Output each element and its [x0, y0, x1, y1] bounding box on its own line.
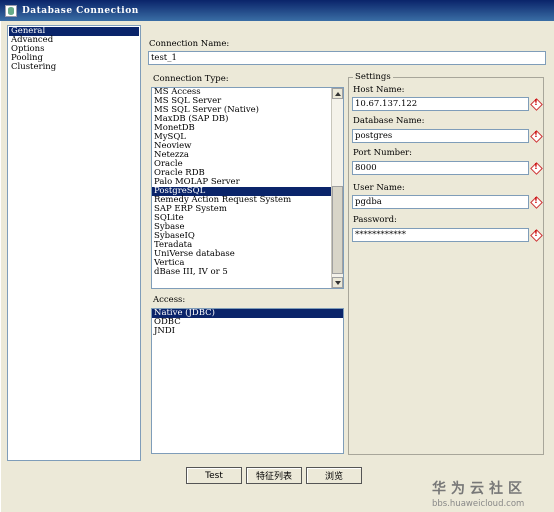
access-list[interactable]: Native (JDBC) ODBC JNDI — [151, 308, 344, 454]
required-icon — [531, 130, 541, 141]
watermark-title: 华为云社区 — [432, 481, 527, 497]
arrow-down-icon — [334, 280, 341, 285]
explore-button[interactable]: 浏览 — [306, 467, 362, 484]
list-item[interactable]: dBase III, IV or 5 — [152, 268, 343, 277]
general-panel: Connection Name: test_1 Connection Type:… — [145, 33, 549, 461]
user-name-label: User Name: — [353, 183, 405, 193]
host-name-label: Host Name: — [353, 85, 405, 95]
connection-type-scrollbar[interactable] — [331, 88, 343, 288]
settings-group: Settings Host Name: 10.67.137.122 Databa… — [348, 72, 544, 455]
site-watermark: 华为云社区 bbs.huaweicloud.com — [432, 478, 550, 509]
settings-nav: General Advanced Options Pooling Cluster… — [7, 25, 141, 461]
nav-item-clustering[interactable]: Clustering — [9, 63, 139, 72]
settings-legend: Settings — [353, 72, 393, 82]
feature-list-button[interactable]: 特征列表 — [246, 467, 302, 484]
access-rows: Native (JDBC) ODBC JNDI — [152, 309, 343, 336]
host-name-input[interactable]: 10.67.137.122 — [352, 97, 529, 111]
password-input[interactable]: ************ — [352, 228, 529, 242]
scroll-up-button[interactable] — [332, 88, 343, 99]
connection-type-rows: MS Access MS SQL Server MS SQL Server (Nat… — [152, 88, 343, 277]
scroll-thumb[interactable] — [332, 186, 343, 274]
port-number-input[interactable]: 8000 — [352, 161, 529, 175]
list-item[interactable]: ODBC — [152, 318, 343, 327]
connection-type-label: Connection Type: — [153, 74, 229, 84]
database-icon — [5, 4, 17, 17]
required-icon — [531, 162, 541, 173]
title-bar: Database Connection — [0, 0, 554, 21]
list-item[interactable]: JNDI — [152, 327, 343, 336]
connection-name-label: Connection Name: — [149, 39, 230, 49]
connection-type-list[interactable]: MS Access MS SQL Server MS SQL Server (Nat… — [151, 87, 344, 289]
database-name-input[interactable]: postgres — [352, 129, 529, 143]
password-label: Password: — [353, 215, 397, 225]
window-title: Database Connection — [22, 5, 139, 16]
required-icon — [531, 229, 541, 240]
database-name-label: Database Name: — [353, 116, 425, 126]
test-button[interactable]: Test — [186, 467, 242, 484]
watermark-url: bbs.huaweicloud.com — [432, 499, 525, 509]
user-name-input[interactable]: pgdba — [352, 195, 529, 209]
connection-name-input[interactable]: test_1 — [148, 51, 546, 65]
arrow-up-icon — [334, 91, 341, 96]
scroll-down-button[interactable] — [332, 277, 343, 288]
access-label: Access: — [153, 295, 186, 305]
required-icon — [531, 196, 541, 207]
required-icon — [531, 98, 541, 109]
dialog-body: General Advanced Options Pooling Cluster… — [0, 21, 554, 512]
port-number-label: Port Number: — [353, 148, 413, 158]
